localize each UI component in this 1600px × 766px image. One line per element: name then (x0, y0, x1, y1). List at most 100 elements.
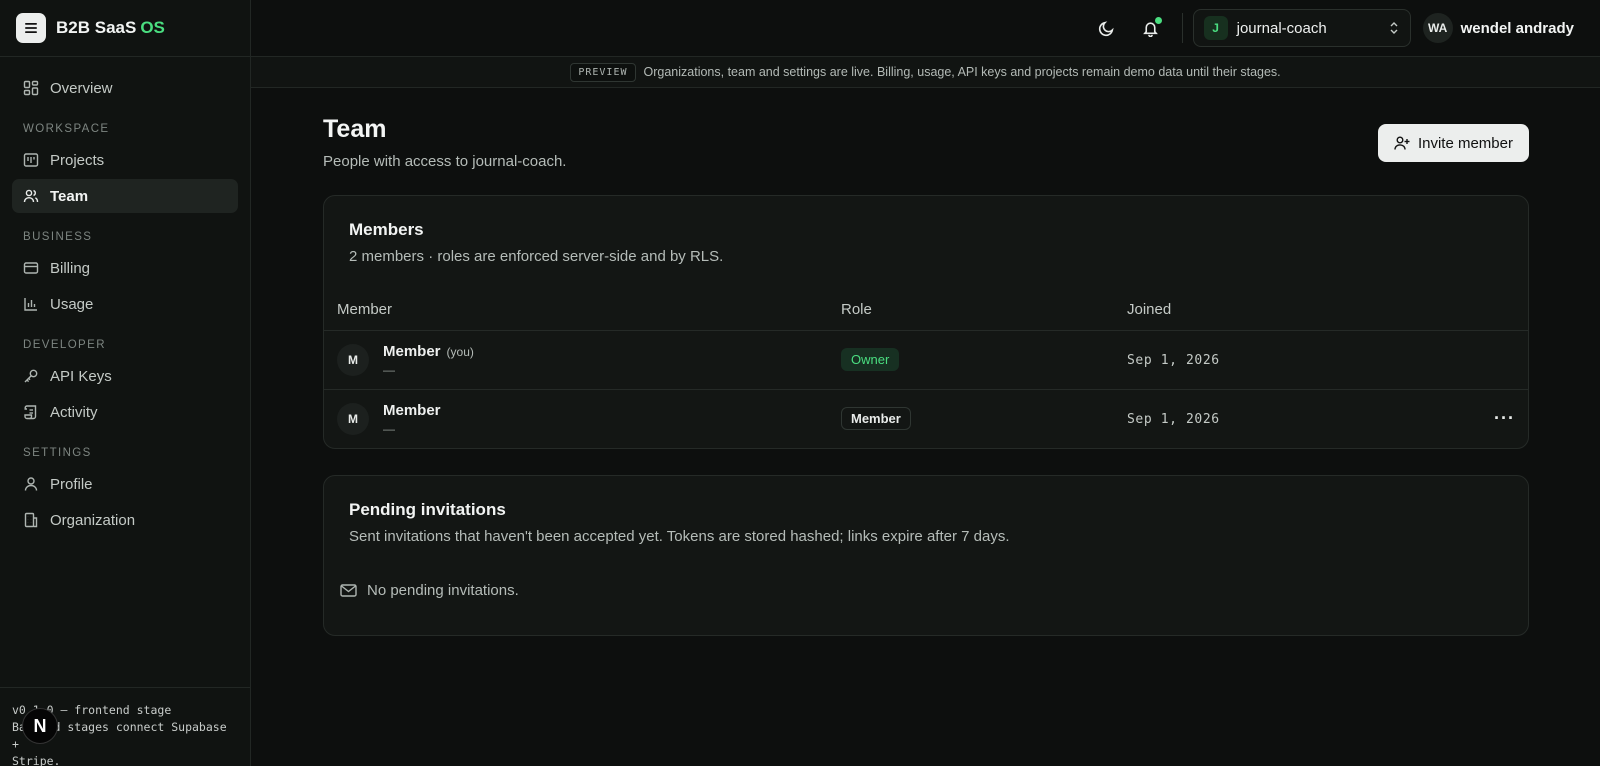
chevrons-up-down-icon (1390, 22, 1398, 34)
invitations-card-header: Pending invitations Sent invitations tha… (324, 476, 1528, 545)
sidebar-item-organization[interactable]: Organization (12, 503, 238, 537)
org-avatar: J (1203, 16, 1228, 40)
pending-invitations-card: Pending invitations Sent invitations tha… (323, 475, 1529, 636)
invitations-description: Sent invitations that haven't been accep… (349, 528, 1010, 545)
member-info: M Member — (337, 402, 815, 436)
sidebar-item-team[interactable]: Team (12, 179, 238, 213)
brand: B2B SaaS OS (0, 0, 250, 57)
preview-banner: PREVIEW Organizations, team and settings… (251, 57, 1600, 88)
org-switcher[interactable]: J journal-coach (1192, 9, 1411, 47)
kanban-icon (23, 153, 39, 167)
table-row: M Member (you) — Owner Sep 1, 2026 (324, 330, 1528, 390)
sidebar-item-projects[interactable]: Projects (12, 143, 238, 177)
sidebar-item-label: Profile (50, 475, 93, 493)
mail-icon (340, 583, 357, 597)
members-card: Members 2 members · roles are enforced s… (323, 195, 1529, 449)
more-actions-button[interactable]: ··· (1468, 389, 1528, 448)
nextjs-dev-badge[interactable]: N (22, 708, 58, 744)
layout-grid-icon (23, 80, 39, 96)
member-email: — (383, 362, 395, 377)
notifications-button[interactable] (1134, 11, 1168, 45)
column-member: Member (324, 290, 828, 331)
nav-section-workspace: WORKSPACE (23, 123, 110, 135)
user-plus-icon (1394, 136, 1410, 150)
sidebar-item-label: Billing (50, 259, 91, 277)
topbar: J journal-coach WA wendel andrady (251, 0, 1600, 57)
avatar: M (337, 343, 369, 376)
role-cell: Owner (828, 330, 1114, 390)
nav-section-developer: DEVELOPER (23, 339, 106, 351)
building-icon (24, 512, 38, 528)
avatar: WA (1422, 13, 1453, 43)
actions-cell (1468, 330, 1528, 390)
key-icon (24, 369, 38, 383)
brand-accent: OS (140, 18, 165, 37)
role-badge-owner: Owner (841, 348, 900, 371)
member-text: Member — (383, 402, 441, 436)
brand-name: B2B SaaS OS (56, 18, 165, 38)
menu-icon[interactable] (16, 13, 46, 43)
joined-date: Sep 1, 2026 (1127, 412, 1220, 428)
joined-date: Sep 1, 2026 (1127, 353, 1220, 368)
members-card-header: Members 2 members · roles are enforced s… (324, 196, 1528, 265)
org-name: journal-coach (1236, 19, 1327, 37)
sidebar-item-overview[interactable]: Overview (12, 71, 238, 105)
member-name: Member (383, 401, 441, 419)
moon-icon (1099, 20, 1114, 36)
nav-section-settings: SETTINGS (23, 447, 92, 459)
sidebar: B2B SaaS OS Overview WORKSPACE Projects T… (0, 0, 251, 766)
member-cell: M Member (you) — (324, 330, 828, 390)
members-description: 2 members · roles are enforced server-si… (349, 248, 724, 265)
role-cell: Member (828, 389, 1114, 448)
notification-dot (1154, 17, 1162, 24)
column-role: Role (828, 290, 1114, 331)
sidebar-item-label: Usage (50, 295, 94, 313)
you-indicator: (you) (446, 344, 474, 359)
page-title: Team (323, 115, 387, 143)
preview-text: Organizations, team and settings are liv… (643, 65, 1281, 79)
sidebar-nav: Overview WORKSPACE Projects Team BUSINES… (0, 57, 250, 537)
page-subtitle: People with access to journal-coach. (323, 153, 567, 170)
footer-note-cont: Stripe. (12, 754, 61, 766)
sidebar-item-profile[interactable]: Profile (12, 467, 238, 501)
member-cell: M Member — (324, 389, 828, 448)
column-joined: Joined (1114, 290, 1468, 331)
user-name: wendel andrady (1460, 19, 1574, 37)
empty-state: No pending invitations. (324, 545, 1528, 635)
member-name-line: Member (you) (383, 343, 474, 360)
sidebar-item-api-keys[interactable]: API Keys (12, 359, 238, 393)
sidebar-item-activity[interactable]: Activity (12, 395, 238, 429)
table-row: M Member — Member Sep 1, 2026 ··· (324, 389, 1528, 448)
nav-section-business: BUSINESS (23, 231, 93, 243)
sidebar-item-label: Projects (50, 151, 105, 169)
role-badge-member[interactable]: Member (841, 407, 911, 431)
bar-chart-icon (24, 298, 37, 311)
sidebar-item-billing[interactable]: Billing (12, 251, 238, 285)
user-menu[interactable]: WA wendel andrady (1422, 13, 1574, 43)
preview-tag: PREVIEW (570, 62, 636, 82)
sidebar-item-usage[interactable]: Usage (12, 287, 238, 321)
users-icon (23, 189, 39, 203)
brand-name-text: B2B SaaS (56, 18, 137, 37)
empty-state-text: No pending invitations. (367, 581, 519, 599)
members-table: Member Role Joined M Member (you) — Owne… (324, 290, 1528, 448)
topbar-divider (1181, 13, 1183, 43)
joined-cell: Sep 1, 2026 (1114, 330, 1468, 390)
page-header: Team People with access to journal-coach… (323, 88, 1529, 195)
members-title: Members (349, 220, 424, 239)
member-name: Member (383, 342, 441, 360)
scroll-icon (24, 405, 37, 420)
sidebar-item-label: Organization (50, 511, 136, 529)
invite-member-label: Invite member (1417, 134, 1513, 152)
joined-cell: Sep 1, 2026 (1114, 389, 1468, 448)
sidebar-item-label: Overview (50, 79, 113, 97)
column-actions (1468, 290, 1528, 331)
table-header-row: Member Role Joined (324, 290, 1528, 331)
user-icon (24, 477, 38, 491)
sidebar-item-label: Activity (50, 403, 98, 421)
sidebar-item-label: Team (50, 187, 89, 205)
sidebar-item-label: API Keys (50, 367, 112, 385)
invite-member-button[interactable]: Invite member (1377, 124, 1529, 162)
theme-toggle-button[interactable] (1090, 11, 1124, 45)
member-text: Member (you) — (383, 343, 474, 377)
